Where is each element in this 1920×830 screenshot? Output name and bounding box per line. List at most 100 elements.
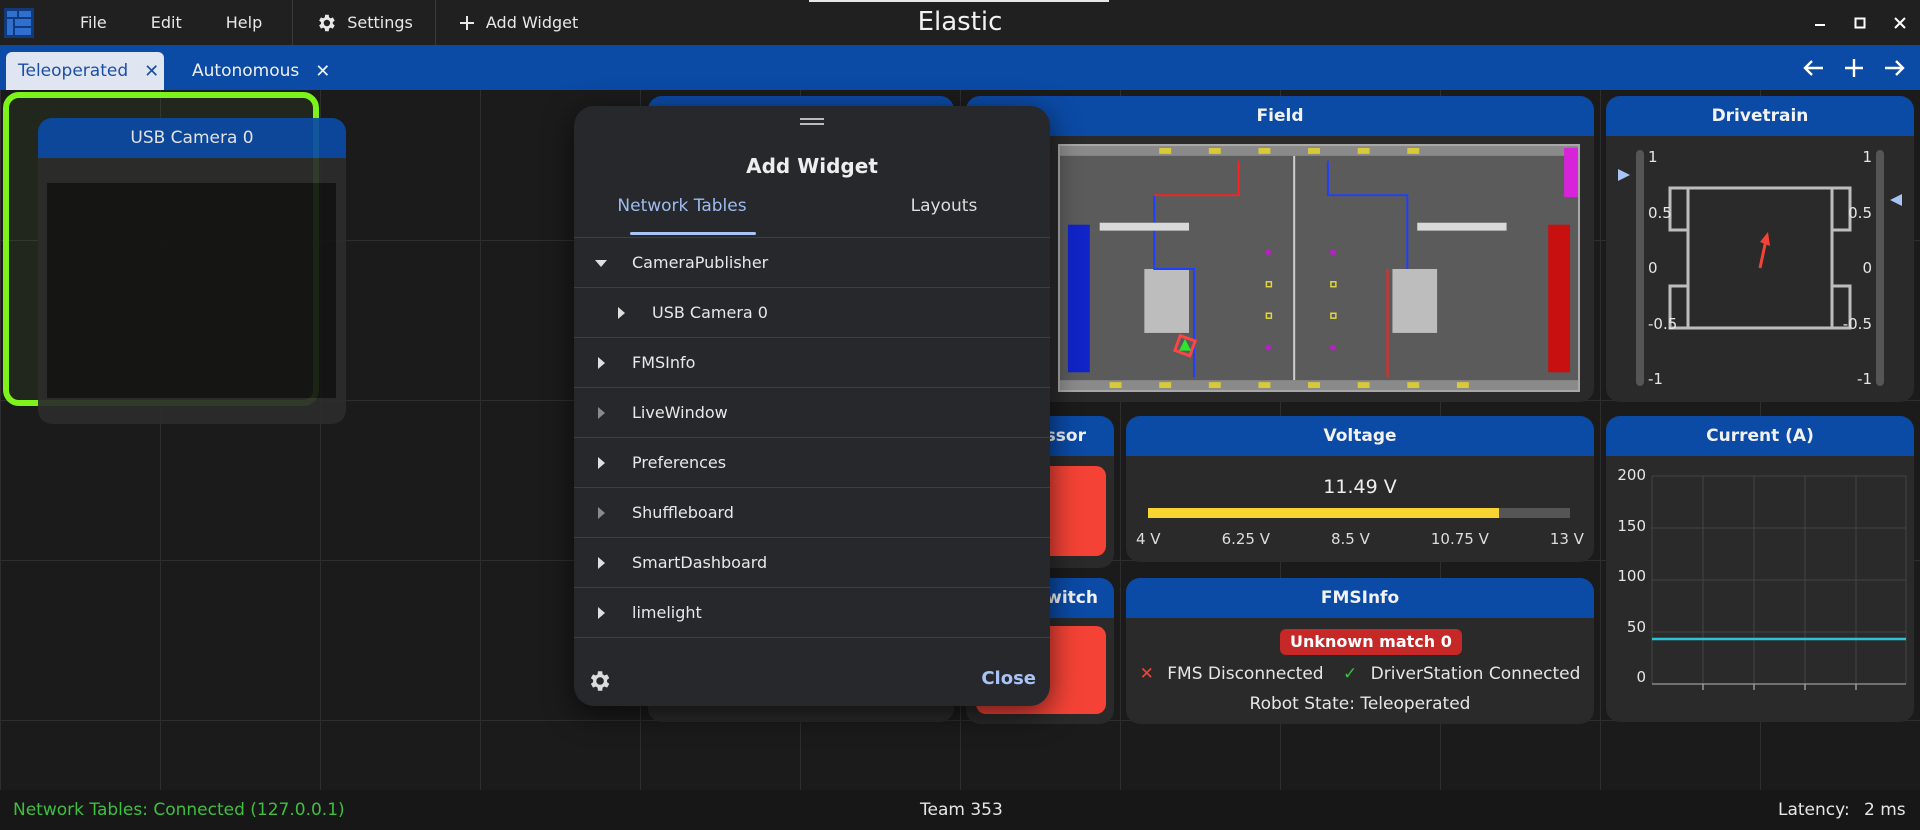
- edit-menu[interactable]: Edit: [129, 0, 204, 45]
- tree-item-fmsinfo[interactable]: FMSInfo: [574, 338, 1050, 388]
- field-widget[interactable]: Field: [966, 96, 1594, 402]
- tick-label: 0: [1636, 668, 1646, 686]
- drivetrain-header: Drivetrain: [1606, 96, 1914, 136]
- status-bar: Network Tables: Connected (127.0.0.1) Te…: [0, 790, 1920, 830]
- camera-widget[interactable]: USB Camera 0: [38, 118, 346, 424]
- add-tab-icon[interactable]: [1842, 56, 1866, 80]
- caret-right-icon: [598, 456, 605, 469]
- maximize-icon: [1854, 17, 1866, 28]
- tick-label: 13 V: [1549, 530, 1584, 548]
- title-bar: File Edit Help Settings Add Widget Elast…: [0, 0, 1920, 45]
- voltage-widget[interactable]: Voltage 11.49 V 4 V 6.25 V 8.5 V 10.75 V…: [1126, 416, 1594, 562]
- elastic-logo-icon: [4, 8, 34, 38]
- menu-separator: [434, 0, 436, 45]
- current-widget[interactable]: Current (A) 200 150 100 50 0: [1606, 416, 1914, 722]
- driverstation-status: DriverStation Connected: [1370, 664, 1581, 684]
- fms-status: FMS Disconnected: [1167, 664, 1324, 684]
- close-window-button[interactable]: [1880, 0, 1920, 45]
- tree-item-label: LiveWindow: [632, 403, 728, 422]
- close-button[interactable]: Close: [981, 668, 1036, 689]
- arrow-left-icon[interactable]: [1802, 56, 1826, 80]
- tab-actions: [1802, 45, 1906, 90]
- tree-item-label: CameraPublisher: [632, 253, 769, 272]
- left-axis-ticks: 1 0.5 0 -0.5 -1: [1648, 148, 1677, 388]
- tick-label: 50: [1626, 617, 1646, 636]
- dialog-title: Add Widget: [746, 154, 878, 178]
- drag-handle-icon[interactable]: [800, 118, 824, 126]
- caret-right-icon: [598, 406, 605, 419]
- tab-layouts[interactable]: Layouts: [874, 184, 1014, 228]
- tree-item-label: FMSInfo: [632, 353, 696, 372]
- tick-label: 1: [1648, 148, 1658, 166]
- current-y-ticks: 200 150 100 50 0: [1616, 466, 1646, 686]
- help-menu[interactable]: Help: [204, 0, 284, 45]
- right-axis-ticks: 1 0.5 0 -0.5 -1: [1843, 148, 1872, 388]
- tree-item-usb-camera-0[interactable]: USB Camera 0: [574, 288, 1050, 338]
- tree-item-shuffleboard[interactable]: Shuffleboard: [574, 488, 1050, 538]
- tick-label: 0: [1648, 259, 1658, 277]
- tick-label: -0.5: [1648, 314, 1678, 333]
- tree-item-limelight[interactable]: limelight: [574, 588, 1050, 638]
- field-map: [1058, 144, 1580, 392]
- tick-label: 100: [1617, 567, 1646, 585]
- camera-feed: [47, 183, 336, 398]
- tree-item-label: USB Camera 0: [652, 303, 768, 322]
- minimize-icon: [1815, 23, 1825, 26]
- gear-icon: [319, 14, 335, 31]
- robot-state: Robot State: Teleoperated: [1249, 694, 1471, 714]
- voltage-bar-fill: [1148, 508, 1500, 518]
- caret-down-icon: [595, 259, 607, 267]
- tree-item-preferences[interactable]: Preferences: [574, 438, 1050, 488]
- tab-bar: Teleoperated ✕ Autonomous ✕: [0, 45, 1920, 90]
- menu-separator: [292, 0, 294, 45]
- tab-teleoperated[interactable]: Teleoperated ✕: [6, 52, 164, 90]
- match-badge: Unknown match 0: [1280, 629, 1462, 655]
- drivetrain-widget[interactable]: Drivetrain 1 0.5 0 -0.5 -1 1 0.5 0 -0.5: [1606, 96, 1914, 402]
- tick-label: 10.75 V: [1430, 530, 1489, 548]
- file-menu[interactable]: File: [58, 0, 129, 45]
- maximize-button[interactable]: [1840, 0, 1880, 45]
- tree-item-livewindow[interactable]: LiveWindow: [574, 388, 1050, 438]
- window-controls: [1800, 0, 1920, 45]
- voltage-value: 11.49 V: [1323, 476, 1397, 498]
- plus-icon: [459, 15, 474, 30]
- close-icon: [1894, 16, 1906, 29]
- title-accent-line: [809, 0, 1109, 2]
- tab-label: Autonomous: [192, 61, 300, 81]
- tree-item-smartdashboard[interactable]: SmartDashboard: [574, 538, 1050, 588]
- tab-autonomous[interactable]: Autonomous ✕: [178, 52, 338, 90]
- tab-close-icon[interactable]: ✕: [315, 61, 330, 82]
- tick-label: 4 V: [1136, 530, 1161, 548]
- camera-header: USB Camera 0: [38, 118, 346, 158]
- fms-info-widget[interactable]: FMSInfo Unknown match 0 ✕ FMS Disconnect…: [1126, 578, 1594, 724]
- arrow-right-icon[interactable]: [1882, 56, 1906, 80]
- tick-label: 0.5: [1848, 203, 1872, 222]
- settings-button[interactable]: Settings: [301, 0, 427, 45]
- add-widget-button[interactable]: Add Widget: [444, 0, 592, 45]
- tab-label: Teleoperated: [18, 61, 129, 81]
- tick-label: -1: [1857, 370, 1872, 388]
- voltage-bar: [1148, 508, 1570, 518]
- latency-value: 2 ms: [1864, 800, 1906, 820]
- gear-icon[interactable]: [586, 668, 612, 694]
- tick-label: 6.25 V: [1221, 530, 1270, 548]
- tick-label: 200: [1617, 466, 1646, 484]
- connection-status-row: ✕ FMS Disconnected ✓ DriverStation Conne…: [1126, 664, 1594, 684]
- tab-close-icon[interactable]: ✕: [144, 61, 159, 82]
- caret-right-icon: [598, 606, 605, 619]
- tick-label: 0: [1862, 259, 1872, 277]
- cross-icon: ✕: [1139, 664, 1154, 684]
- tab-network-tables[interactable]: Network Tables: [614, 184, 750, 228]
- minimize-button[interactable]: [1800, 0, 1840, 45]
- voltage-header: Voltage: [1126, 416, 1594, 456]
- field-header: Field: [966, 96, 1594, 136]
- caret-right-icon: [598, 556, 605, 569]
- team-number: Team 353: [920, 800, 1003, 820]
- add-widget-label: Add Widget: [485, 13, 579, 32]
- active-tab-indicator: [630, 232, 756, 235]
- tick-label: -0.5: [1842, 314, 1872, 333]
- app-window: File Edit Help Settings Add Widget Elast…: [0, 0, 1920, 830]
- tick-label: 150: [1617, 516, 1646, 535]
- settings-label: Settings: [347, 13, 413, 32]
- tree-item-camerapublisher[interactable]: CameraPublisher: [574, 238, 1050, 288]
